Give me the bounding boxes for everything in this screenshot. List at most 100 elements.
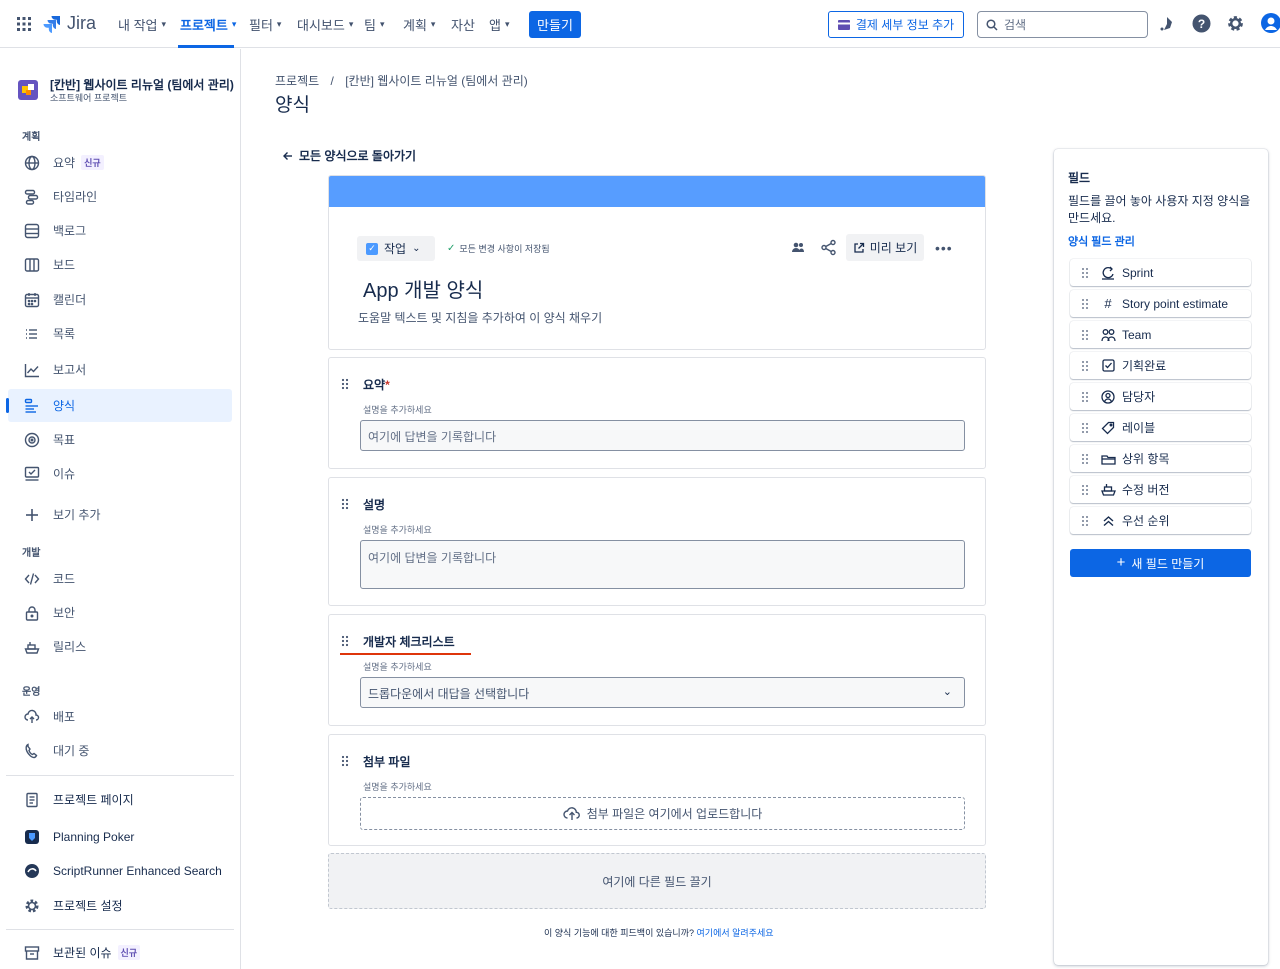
jira-icon — [43, 15, 60, 33]
sidebar-item-forms[interactable]: 양식 — [6, 389, 232, 422]
field-help-text[interactable]: 설명을 추가하세요 — [363, 523, 432, 536]
create-new-field-button[interactable]: + 새 필드 만들기 — [1070, 549, 1251, 577]
notifications-icon[interactable] — [1158, 15, 1176, 33]
feedback-link[interactable]: 여기에서 알려주세요 — [697, 928, 774, 938]
sidebar-item-list[interactable]: 목록 — [8, 317, 232, 350]
more-options-icon[interactable]: ••• — [935, 240, 953, 256]
summary-input[interactable]: 여기에 답변을 기록합니다 — [360, 420, 965, 451]
sidebar-item-board[interactable]: 보드 — [8, 248, 232, 281]
nav-assets[interactable]: 자산 — [451, 15, 475, 34]
nav-label: 앱 — [489, 18, 501, 33]
drag-handle-icon — [1082, 484, 1088, 495]
sidebar-item-project-pages[interactable]: 프로젝트 페이지 — [8, 783, 232, 816]
sidebar-item-code[interactable]: 코드 — [8, 562, 232, 595]
drag-handle-icon[interactable] — [341, 378, 349, 390]
sidebar-item-issues[interactable]: 이슈 — [8, 457, 232, 490]
nav-filters[interactable]: 필터 ▾ — [249, 15, 281, 34]
avatar[interactable] — [1260, 12, 1280, 34]
search-placeholder: 검색 — [1004, 18, 1027, 32]
sidebar-item-timeline[interactable]: 타임라인 — [8, 180, 232, 213]
drag-handle-icon[interactable] — [341, 498, 349, 510]
sidebar-item-goals[interactable]: 목표 — [8, 423, 232, 456]
share-icon[interactable] — [820, 239, 837, 256]
nav-label: 자산 — [451, 18, 475, 33]
jira-logo[interactable]: Jira — [42, 13, 96, 34]
sidebar-item-backlog[interactable]: 백로그 — [8, 214, 232, 247]
field-item-labels[interactable]: 레이블 — [1070, 414, 1251, 441]
field-item-parent[interactable]: 상위 항목 — [1070, 445, 1251, 472]
section-ops: 운영 — [22, 687, 41, 698]
add-billing-button[interactable]: 결제 세부 정보 추가 — [828, 11, 964, 38]
drag-handle-icon[interactable] — [341, 635, 349, 647]
project-avatar[interactable] — [18, 80, 38, 100]
create-button[interactable]: 만들기 — [529, 11, 581, 38]
field-item-priority[interactable]: 우선 순위 — [1070, 507, 1251, 534]
help-icon[interactable]: ? — [1192, 14, 1211, 33]
sidebar-item-archived-issues[interactable]: 보관된 이슈 신규 — [8, 936, 232, 969]
field-drop-zone[interactable]: 여기에 다른 필드 끌기 — [328, 853, 986, 909]
form-field-description[interactable]: 설명 설명을 추가하세요 여기에 답변을 기록합니다 — [328, 477, 986, 606]
back-to-forms-link[interactable]: 모든 양식으로 돌아가기 — [283, 147, 416, 164]
field-item-label: 우선 순위 — [1122, 514, 1170, 528]
description-textarea[interactable]: 여기에 답변을 기록합니다 — [360, 540, 965, 589]
hash-icon: # — [1104, 296, 1112, 311]
form-description[interactable]: 도움말 텍스트 및 지침을 추가하여 이 양식 채우기 — [358, 309, 602, 326]
sidebar-item-calendar[interactable]: 캘린더 — [8, 283, 232, 316]
sidebar-item-label: 양식 — [53, 399, 76, 413]
search-input[interactable]: 검색 — [977, 11, 1148, 38]
sidebar-item-deployments[interactable]: 배포 — [8, 700, 232, 733]
drag-handle-icon[interactable] — [341, 755, 349, 767]
field-item-fix-version[interactable]: 수정 버전 — [1070, 476, 1251, 503]
form-field-summary[interactable]: 요약* 설명을 추가하세요 여기에 답변을 기록합니다 — [328, 357, 986, 469]
form-title[interactable]: App 개발 양식 — [363, 274, 483, 303]
section-plan: 계획 — [22, 132, 41, 143]
attachment-upload[interactable]: 첨부 파일은 여기에서 업로드합니다 — [360, 797, 965, 830]
form-field-dev-checklist[interactable]: 개발자 체크리스트 설명을 추가하세요 드롭다운에서 대답을 선택합니다 ⌄ — [328, 614, 986, 726]
nav-apps[interactable]: 앱 ▾ — [489, 15, 510, 34]
app-switcher-icon[interactable] — [17, 17, 31, 31]
plus-icon — [23, 506, 41, 524]
breadcrumb-project[interactable]: [칸반] 웹사이트 리뉴얼 (팀에서 관리) — [345, 74, 528, 88]
field-item-label: 수정 버전 — [1122, 483, 1170, 497]
nav-plans[interactable]: 계획 ▾ — [403, 15, 435, 34]
field-item-assignee[interactable]: 담당자 — [1070, 383, 1251, 410]
sidebar-item-scriptrunner[interactable]: ScriptRunner Enhanced Search — [8, 854, 232, 887]
field-item-sprint[interactable]: Sprint — [1070, 259, 1251, 286]
ship-icon — [23, 638, 41, 656]
external-link-icon — [853, 242, 865, 254]
field-item-team[interactable]: Team — [1070, 321, 1251, 348]
field-help-text[interactable]: 설명을 추가하세요 — [363, 403, 432, 416]
sidebar-item-on-call[interactable]: 대기 중 — [8, 734, 232, 767]
field-help-text[interactable]: 설명을 추가하세요 — [363, 780, 432, 793]
sidebar-item-project-settings[interactable]: 프로젝트 설정 — [8, 889, 232, 922]
settings-icon[interactable] — [1226, 14, 1245, 33]
nav-my-work[interactable]: 내 작업 ▾ — [118, 15, 166, 34]
field-item-planning-done[interactable]: 기획완료 — [1070, 352, 1251, 379]
sidebar-item-reports[interactable]: 보고서 — [8, 353, 232, 386]
preview-label: 미리 보기 — [869, 241, 918, 255]
field-item-label: 기획완료 — [1122, 359, 1167, 373]
form-field-attachment[interactable]: 첨부 파일 설명을 추가하세요 첨부 파일은 여기에서 업로드합니다 — [328, 734, 986, 846]
preview-button[interactable]: 미리 보기 — [846, 234, 924, 261]
issue-type-dropdown[interactable]: ✓ 작업 ⌄ — [357, 236, 435, 261]
nav-projects[interactable]: 프로젝트 ▾ — [180, 15, 236, 34]
sidebar-item-add-view[interactable]: 보기 추가 — [8, 498, 232, 531]
fields-panel: 필드 필드를 끌어 놓아 사용자 지정 양식을 만드세요. 양식 필드 관리 S… — [1054, 149, 1268, 965]
nav-teams[interactable]: 팀 ▾ — [364, 15, 385, 34]
sidebar-item-planning-poker[interactable]: Planning Poker — [8, 820, 232, 853]
sidebar-item-security[interactable]: 보안 — [8, 596, 232, 629]
people-icon[interactable] — [791, 240, 805, 254]
field-item-label: 레이블 — [1122, 421, 1156, 435]
phone-icon — [23, 742, 41, 760]
feedback-note: 이 양식 기능에 대한 피드백이 있습니까? 여기에서 알려주세요 — [544, 926, 774, 939]
sidebar-item-label: 캘린더 — [53, 293, 87, 307]
field-help-text[interactable]: 설명을 추가하세요 — [363, 660, 432, 673]
nav-dashboards[interactable]: 대시보드 ▾ — [297, 15, 353, 34]
sidebar-item-releases[interactable]: 릴리스 — [8, 630, 232, 663]
sidebar-item-summary[interactable]: 요약 신규 — [8, 146, 232, 179]
manage-form-fields-link[interactable]: 양식 필드 관리 — [1068, 233, 1135, 249]
field-item-story-points[interactable]: # Story point estimate — [1070, 290, 1251, 317]
goal-icon — [23, 431, 41, 449]
checklist-dropdown[interactable]: 드롭다운에서 대답을 선택합니다 ⌄ — [360, 677, 965, 708]
breadcrumb-projects[interactable]: 프로젝트 — [275, 74, 319, 88]
